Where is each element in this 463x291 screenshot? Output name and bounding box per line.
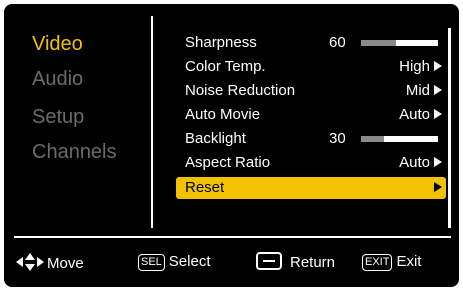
backlight-level-fill [361, 136, 385, 142]
tv-osd-menu: Video Audio Setup Channels Sharpness 60 … [4, 4, 459, 287]
four-way-arrow-icon [16, 252, 44, 272]
setting-aspect-ratio[interactable]: Aspect Ratio Auto [176, 152, 446, 174]
exit-key-icon: EXIT [362, 254, 393, 271]
setting-label: Sharpness [185, 34, 257, 51]
category-audio[interactable]: Audio [32, 67, 83, 91]
setting-label: Noise Reduction [185, 82, 296, 99]
setting-value: Mid [405, 82, 430, 99]
return-key-icon [256, 252, 282, 270]
setting-color-temp[interactable]: Color Temp. High [176, 56, 446, 78]
arrow-right-icon [434, 109, 442, 119]
help-move-label: Move [47, 255, 84, 272]
setting-value: High [399, 58, 430, 75]
category-channels[interactable]: Channels [32, 140, 117, 164]
help-exit-label: Exit [396, 253, 422, 270]
menu-divider [151, 16, 153, 228]
setting-label: Aspect Ratio [185, 154, 271, 171]
category-video[interactable]: Video [32, 32, 83, 56]
help-return: Return [256, 252, 335, 272]
setting-value: Auto [399, 106, 430, 123]
help-exit: EXIT Exit [362, 252, 421, 272]
backlight-level-bar[interactable] [361, 136, 438, 142]
scrollbar[interactable] [448, 28, 451, 228]
help-move: Move [16, 252, 84, 272]
setting-noise-reduction[interactable]: Noise Reduction Mid [176, 80, 446, 102]
setting-sharpness[interactable]: Sharpness 60 [176, 32, 446, 54]
arrow-right-icon [434, 157, 442, 167]
help-select-label: Select [168, 253, 211, 270]
setting-label: Color Temp. [185, 58, 266, 75]
setting-label: Reset [185, 179, 225, 196]
sel-key-icon: SEL [138, 254, 165, 271]
setting-auto-movie[interactable]: Auto Movie Auto [176, 104, 446, 126]
arrow-right-icon [434, 61, 442, 71]
setting-number: 60 [329, 34, 346, 51]
setting-label: Backlight [185, 130, 246, 147]
sharpness-level-fill [361, 40, 396, 46]
setting-reset[interactable]: Reset [176, 177, 446, 199]
category-setup[interactable]: Setup [32, 105, 84, 129]
setting-label: Auto Movie [185, 106, 261, 123]
arrow-right-icon [434, 85, 442, 95]
help-return-label: Return [290, 254, 336, 271]
help-bar-separator [14, 236, 451, 238]
help-select: SEL Select [138, 252, 211, 272]
sharpness-level-bar[interactable] [361, 40, 438, 46]
setting-backlight[interactable]: Backlight 30 [176, 128, 446, 150]
arrow-right-icon [434, 182, 442, 192]
setting-number: 30 [329, 130, 346, 147]
setting-value: Auto [399, 154, 430, 171]
